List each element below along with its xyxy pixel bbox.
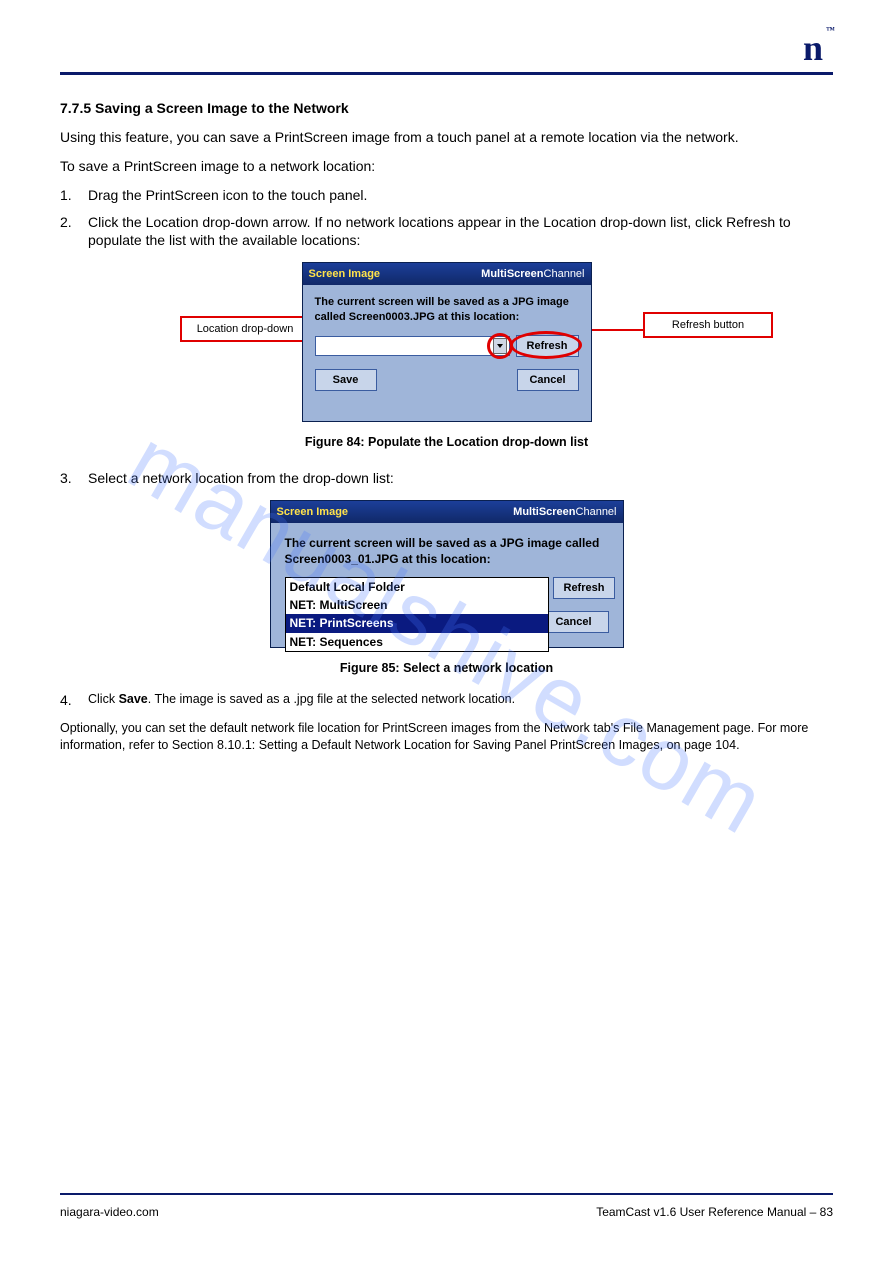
list-item[interactable]: NET: MultiScreen (286, 596, 548, 614)
brand-logo: n ™ (803, 30, 823, 66)
dialog-message: The current screen will be saved as a JP… (315, 295, 579, 325)
callout-refresh-button: Refresh button (643, 312, 773, 338)
dialog-titlebar-2: Screen Image MultiScreenChannel (271, 501, 623, 523)
footer-right: TeamCast v1.6 User Reference Manual – 83 (596, 1205, 833, 1219)
section-title: 7.7.5 Saving a Screen Image to the Netwo… (60, 99, 833, 118)
step-2-text: Click the Location drop-down arrow. If n… (88, 213, 833, 251)
location-listbox[interactable]: Default Local Folder NET: MultiScreen NE… (285, 577, 549, 652)
dialog-title-text-2: Screen Image (277, 505, 349, 520)
figure-85-caption: Figure 85: Select a network location (60, 660, 833, 677)
header-divider (60, 72, 833, 75)
callout-location-dropdown-label: Location drop-down (197, 322, 294, 337)
dialog-message-2: The current screen will be saved as a JP… (285, 535, 609, 567)
screen-image-dialog-1: Screen Image MultiScreenChannel The curr… (302, 262, 592, 422)
callout-refresh-button-label: Refresh button (672, 318, 744, 333)
save-button[interactable]: Save (315, 369, 377, 391)
figure-84-caption: Figure 84: Populate the Location drop-do… (60, 434, 833, 451)
dialog-brand-2: MultiScreenChannel (513, 505, 616, 520)
dialog-brand: MultiScreenChannel (481, 267, 584, 282)
cancel-button-2[interactable]: Cancel (539, 611, 609, 633)
footer-left: niagara-video.com (60, 1205, 159, 1219)
highlight-oval-dropdown (487, 333, 513, 359)
closing-para: Optionally, you can set the default netw… (60, 720, 833, 754)
step-4-num: 4. (60, 691, 88, 710)
brand-letter: n (803, 28, 823, 68)
step-1-num: 1. (60, 186, 88, 205)
callout-location-dropdown: Location drop-down (180, 316, 310, 342)
location-dropdown[interactable] (315, 336, 510, 356)
dialog-title-text: Screen Image (309, 267, 381, 282)
step-2-num: 2. (60, 213, 88, 251)
step-3-text: Select a network location from the drop-… (88, 469, 833, 488)
screen-image-dialog-2: Screen Image MultiScreenChannel The curr… (270, 500, 624, 648)
step-4-text: Click Save. The image is saved as a .jpg… (88, 691, 833, 710)
list-item[interactable]: Default Local Folder (286, 578, 548, 596)
intro-para-2: To save a PrintScreen image to a network… (60, 157, 833, 176)
dialog-titlebar: Screen Image MultiScreenChannel (303, 263, 591, 285)
footer-divider (60, 1193, 833, 1195)
refresh-button-2[interactable]: Refresh (553, 577, 616, 599)
list-item[interactable]: NET: Sequences (286, 633, 548, 651)
cancel-button[interactable]: Cancel (517, 369, 579, 391)
brand-tm: ™ (826, 26, 835, 35)
highlight-oval-refresh (510, 331, 582, 359)
step-1-text: Drag the PrintScreen icon to the touch p… (88, 186, 833, 205)
step-3-num: 3. (60, 469, 88, 488)
list-item-selected[interactable]: NET: PrintScreens (286, 614, 548, 632)
intro-para-1: Using this feature, you can save a Print… (60, 128, 833, 147)
